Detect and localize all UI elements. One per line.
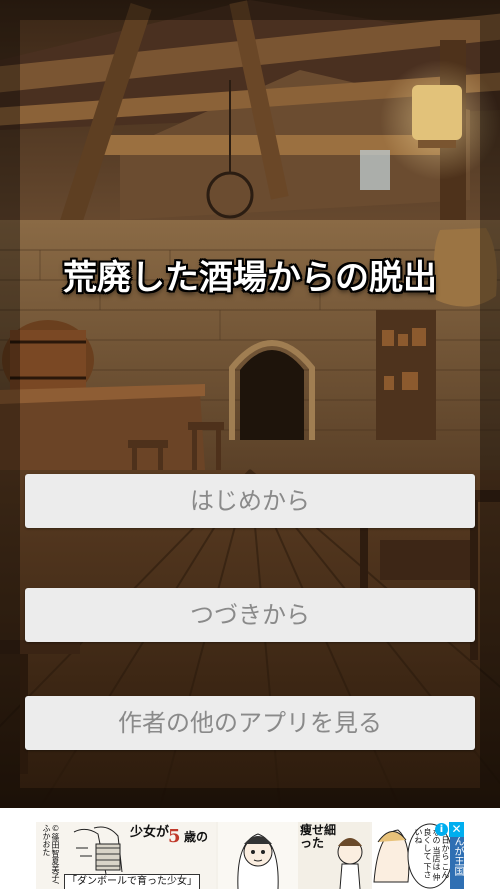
ad-author-credit: ©篠田智夏美子/ふかおた xyxy=(42,824,60,884)
ad-banner[interactable]: ©篠田智夏美子/ふかおた 少女が 5 歳の 「ダンボールで育った少女」 痩せ細っ… xyxy=(36,822,464,889)
game-title: 荒廃した酒場からの脱出 xyxy=(63,258,437,298)
ad-area: ©篠田智夏美子/ふかおた 少女が 5 歳の 「ダンボールで育った少女」 痩せ細っ… xyxy=(0,808,500,889)
continue-game-button[interactable]: つづきから xyxy=(25,588,475,642)
start-new-game-button[interactable]: はじめから xyxy=(25,474,475,528)
game-title-screen: 荒廃した酒場からの脱出 はじめから つづきから 作者の他のアプリを見る ©篠田智… xyxy=(0,0,500,889)
tavern-background xyxy=(0,0,500,808)
ad-age-suffix: 歳の xyxy=(184,830,209,844)
ad-thin-text: 痩せ細った xyxy=(300,823,337,850)
ad-panel-manga: ©篠田智夏美子/ふかおた 少女が 5 歳の 「ダンボールで育った少女」 xyxy=(36,822,216,889)
ad-close-icon[interactable]: ✕ xyxy=(449,822,464,837)
ad-panel-girl xyxy=(218,822,298,889)
ad-girl-text: 少女が xyxy=(130,825,170,840)
ad-info-icon[interactable]: i xyxy=(435,823,448,836)
ad-dialogue: …日から こんなの 当店は 仲良くして 下さいね xyxy=(414,828,450,882)
other-apps-button[interactable]: 作者の他のアプリを見る xyxy=(25,696,475,750)
ad-age-number: 5 xyxy=(168,826,181,847)
ad-caption: 「ダンボールで育った少女」 xyxy=(64,874,200,889)
